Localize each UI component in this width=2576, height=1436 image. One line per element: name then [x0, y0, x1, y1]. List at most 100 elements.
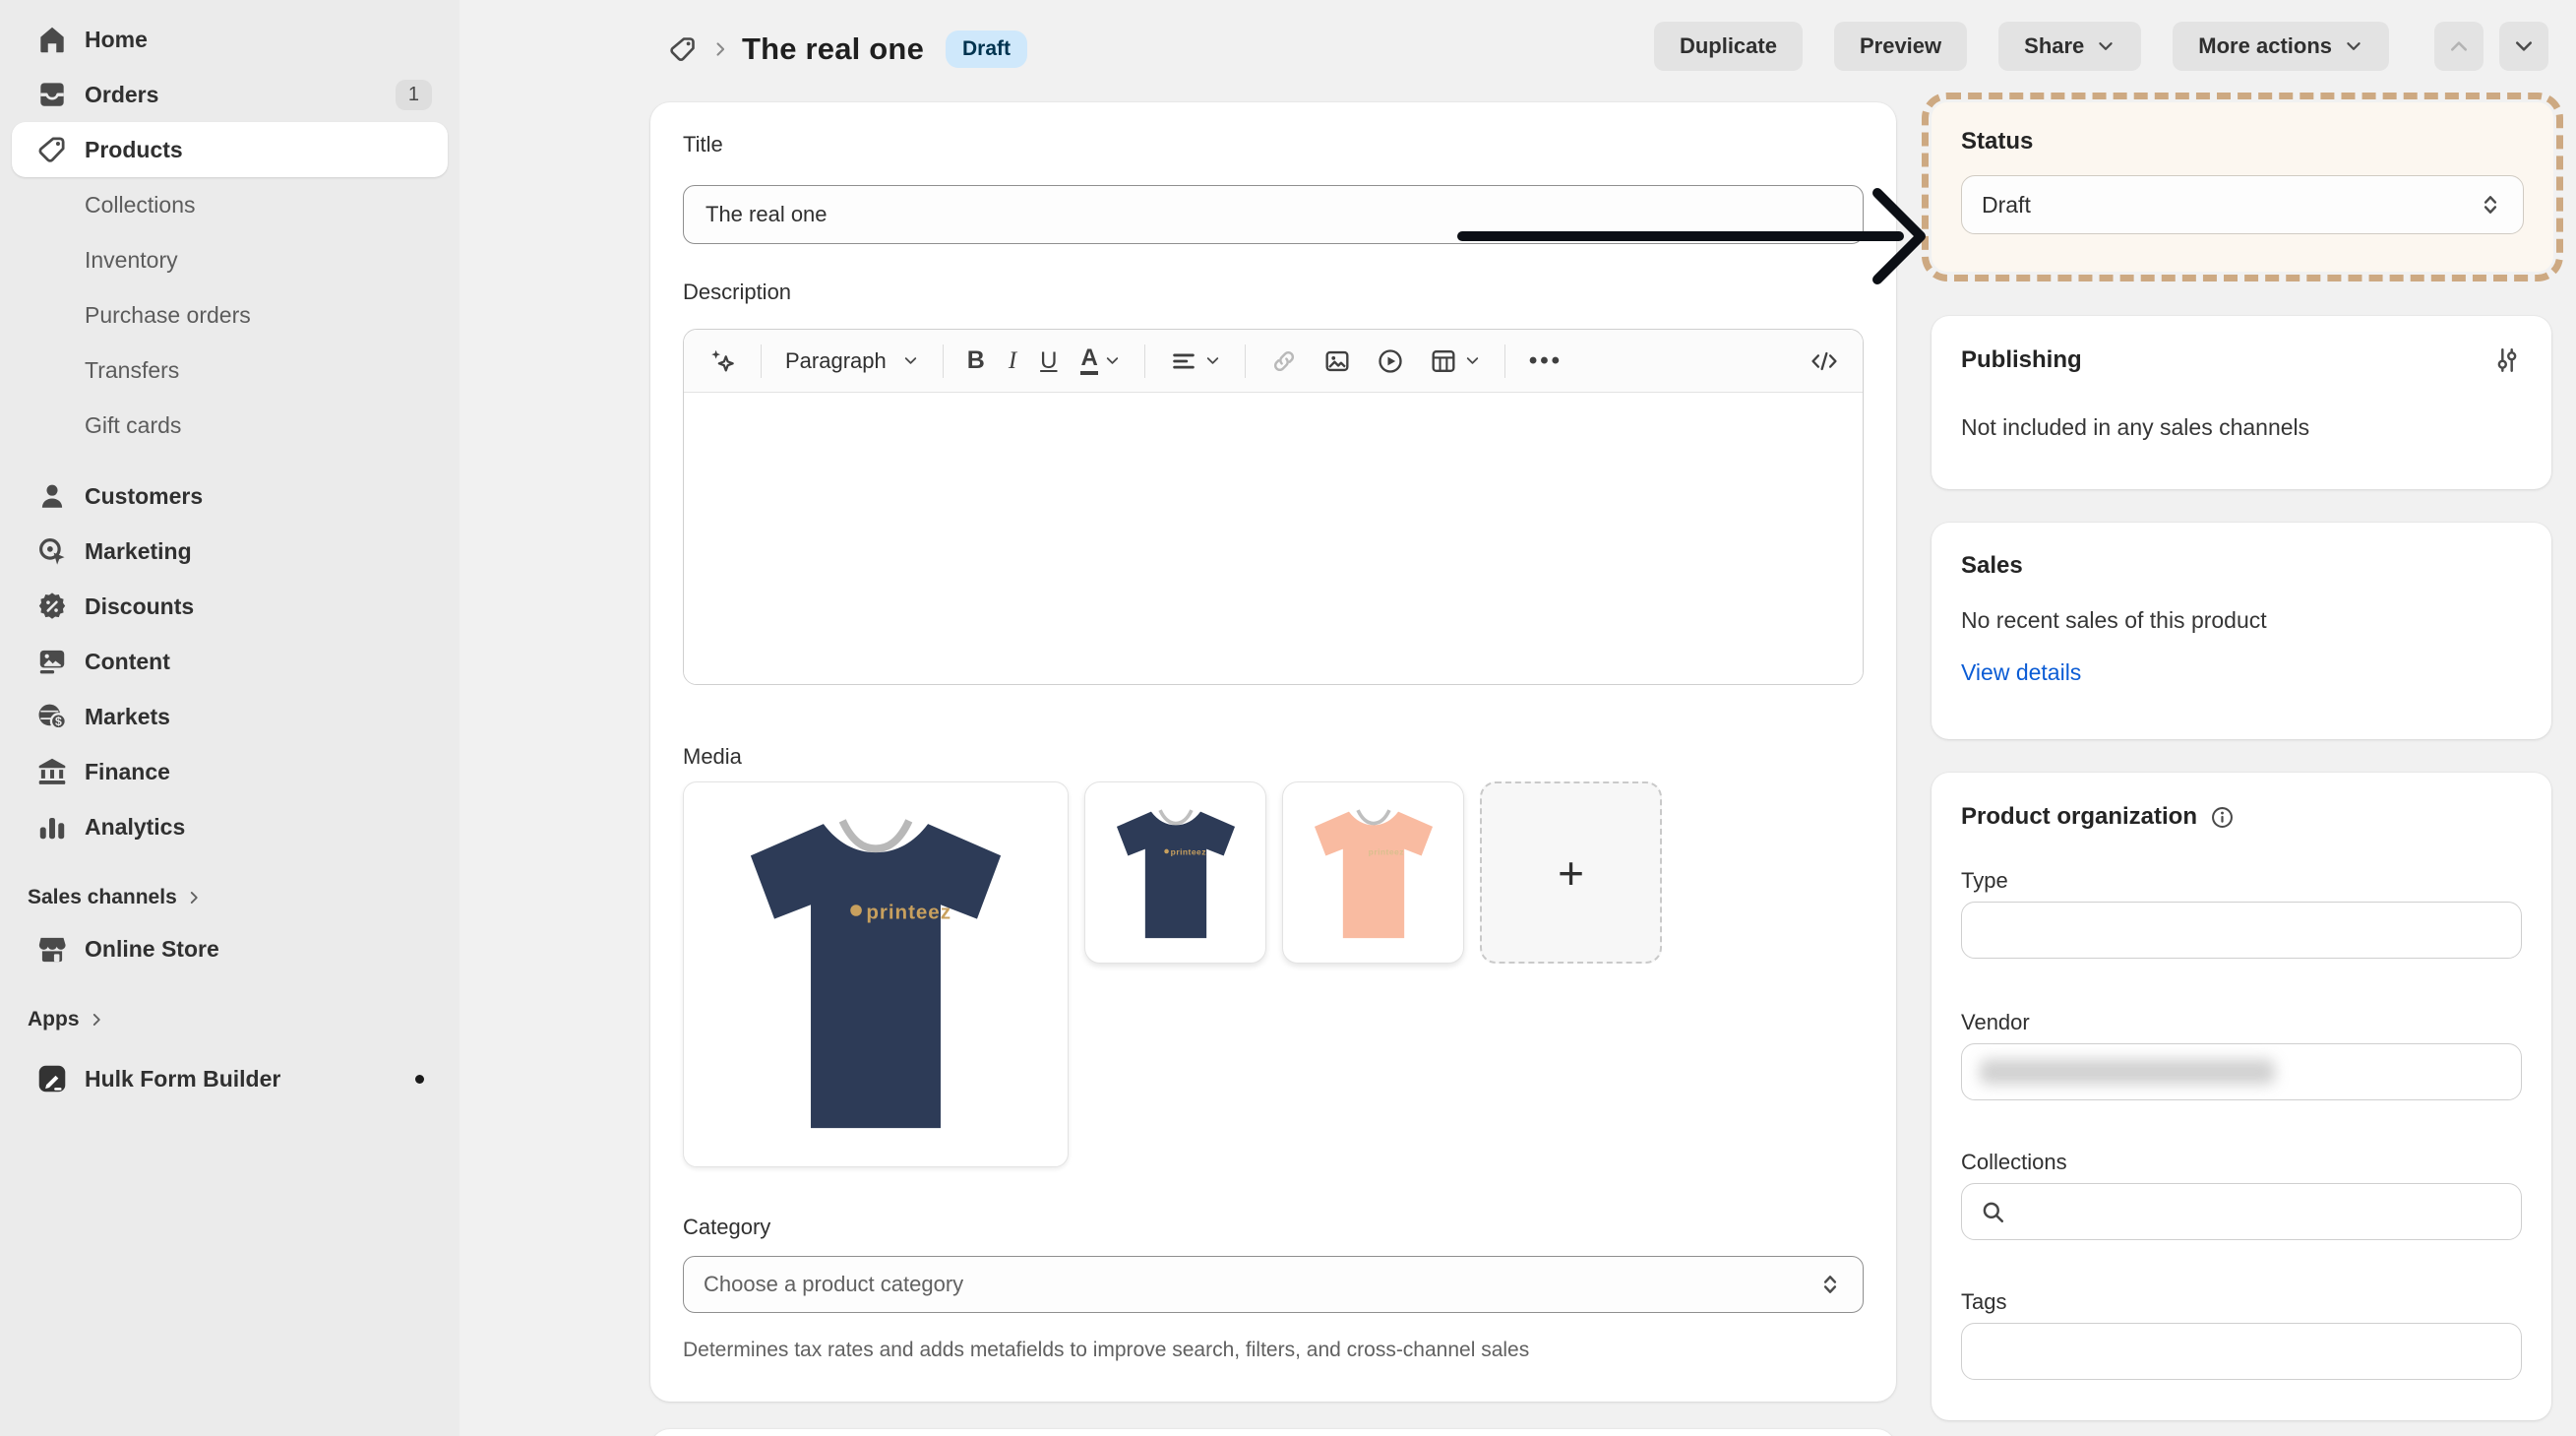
category-select[interactable]: Choose a product category [683, 1256, 1864, 1313]
tags-input[interactable] [1961, 1323, 2522, 1380]
text-color-button[interactable]: A [1080, 346, 1120, 375]
tag-icon [35, 133, 69, 166]
sidebar-item-finance[interactable]: Finance [12, 744, 448, 799]
sidebar-item-analytics[interactable]: Analytics [12, 799, 448, 854]
discount-badge-icon [35, 590, 69, 623]
paragraph-style-dropdown[interactable]: Paragraph [785, 348, 919, 374]
status-highlight-outline: Status Draft [1922, 93, 2563, 281]
sidebar-item-label: Orders [85, 82, 158, 108]
toolbar-divider [1144, 344, 1145, 378]
sidebar-item-content[interactable]: Content [12, 634, 448, 689]
insert-table-button[interactable] [1429, 346, 1481, 376]
chevron-down-icon [902, 352, 919, 369]
svg-text:printeez: printeez [866, 901, 951, 923]
image-icon [1322, 346, 1352, 376]
page-title: The real one [742, 31, 924, 67]
category-placeholder: Choose a product category [704, 1272, 963, 1297]
link-button[interactable] [1269, 346, 1299, 376]
preview-button[interactable]: Preview [1834, 22, 1967, 71]
duplicate-button[interactable]: Duplicate [1654, 22, 1803, 71]
sidebar-item-label: Home [85, 27, 148, 53]
sidebar-item-markets[interactable]: Markets [12, 689, 448, 744]
sidebar-item-collections[interactable]: Collections [12, 177, 448, 232]
sidebar-item-hulk-form-builder[interactable]: Hulk Form Builder [12, 1051, 448, 1106]
person-icon [35, 479, 69, 513]
bar-chart-icon [35, 810, 69, 843]
navy-tshirt-image: printeez [1101, 798, 1251, 948]
collections-search-input[interactable] [1961, 1183, 2522, 1240]
magic-icon [707, 346, 737, 376]
description-label: Description [683, 280, 1864, 305]
description-textarea[interactable] [684, 393, 1863, 684]
insert-video-button[interactable] [1376, 346, 1405, 376]
sidebar-item-inventory[interactable]: Inventory [12, 232, 448, 287]
navy-tshirt-image: printeez [717, 800, 1034, 1149]
sidebar-item-gift-cards[interactable]: Gift cards [12, 398, 448, 453]
status-title: Status [1961, 128, 2524, 156]
sidebar-item-orders[interactable]: Orders 1 [12, 67, 448, 122]
product-details-card: Title Description Paragraph B I U A [650, 102, 1896, 1402]
add-media-tile[interactable]: + [1480, 781, 1662, 964]
search-icon [1980, 1199, 2006, 1225]
alignment-button[interactable] [1169, 346, 1221, 376]
chevron-down-icon [2512, 34, 2536, 58]
video-icon [1376, 346, 1405, 376]
media-item-navy-tshirt-thumb[interactable]: printeez [1084, 781, 1266, 964]
info-icon[interactable] [2209, 804, 2236, 831]
ai-magic-button[interactable] [707, 346, 737, 376]
plus-icon: + [1558, 846, 1584, 900]
sidebar-item-online-store[interactable]: Online Store [12, 921, 448, 976]
previous-product-button[interactable] [2434, 22, 2484, 71]
content-image-icon [35, 645, 69, 678]
sidebar: Home Orders 1 Products Collections Inven… [0, 0, 460, 1436]
toolbar-divider [1245, 344, 1246, 378]
sidebar-section-sales-channels[interactable]: Sales channels [12, 880, 448, 915]
media-item-navy-tshirt-large[interactable]: printeez [683, 781, 1069, 1167]
sidebar-item-discounts[interactable]: Discounts [12, 579, 448, 634]
sidebar-item-products[interactable]: Products [12, 122, 448, 177]
type-input[interactable] [1961, 902, 2522, 959]
next-card-partial [650, 1429, 1896, 1436]
sidebar-item-transfers[interactable]: Transfers [12, 343, 448, 398]
category-label: Category [683, 1215, 1864, 1240]
media-item-peach-tshirt-thumb[interactable]: printeez [1282, 781, 1464, 964]
type-label: Type [1961, 868, 2522, 894]
chevron-down-icon [2096, 36, 2116, 56]
sales-status-text: No recent sales of this product [1961, 607, 2522, 634]
code-view-button[interactable] [1809, 346, 1839, 376]
share-button[interactable]: Share [1998, 22, 2141, 71]
chevron-right-icon [88, 1011, 105, 1029]
chevron-down-icon [1104, 352, 1121, 369]
status-select[interactable]: Draft [1961, 175, 2524, 234]
bold-button[interactable]: B [967, 346, 985, 375]
italic-button[interactable]: I [1009, 347, 1016, 375]
tag-icon[interactable] [667, 33, 699, 65]
view-details-link[interactable]: View details [1961, 659, 2522, 686]
sidebar-item-marketing[interactable]: Marketing [12, 524, 448, 579]
more-actions-button[interactable]: More actions [2173, 22, 2389, 71]
sidebar-item-home[interactable]: Home [12, 12, 448, 67]
peach-tshirt-image: printeez [1299, 798, 1448, 948]
shopify-admin-product-page: Home Orders 1 Products Collections Inven… [0, 0, 2576, 1436]
sidebar-item-label: Products [85, 137, 183, 163]
underline-button[interactable]: U [1040, 347, 1057, 375]
tags-label: Tags [1961, 1289, 2522, 1315]
link-icon [1269, 346, 1299, 376]
sidebar-section-apps[interactable]: Apps [12, 1002, 448, 1037]
sidebar-item-purchase-orders[interactable]: Purchase orders [12, 287, 448, 343]
vendor-input[interactable] [1961, 1043, 2522, 1100]
toolbar-divider [943, 344, 944, 378]
product-organization-title: Product organization [1961, 803, 2197, 831]
sidebar-item-customers[interactable]: Customers [12, 468, 448, 524]
code-icon [1809, 346, 1839, 376]
title-input[interactable] [683, 185, 1864, 244]
status-badge: Draft [946, 31, 1027, 68]
chevron-right-icon [710, 39, 730, 59]
next-product-button[interactable] [2499, 22, 2548, 71]
title-label: Title [683, 132, 1864, 157]
adjust-sliders-icon[interactable] [2492, 345, 2522, 375]
more-formatting-button[interactable]: ••• [1529, 347, 1563, 375]
editor-toolbar: Paragraph B I U A [684, 330, 1863, 393]
insert-image-button[interactable] [1322, 346, 1352, 376]
chevron-down-icon [1204, 352, 1221, 369]
